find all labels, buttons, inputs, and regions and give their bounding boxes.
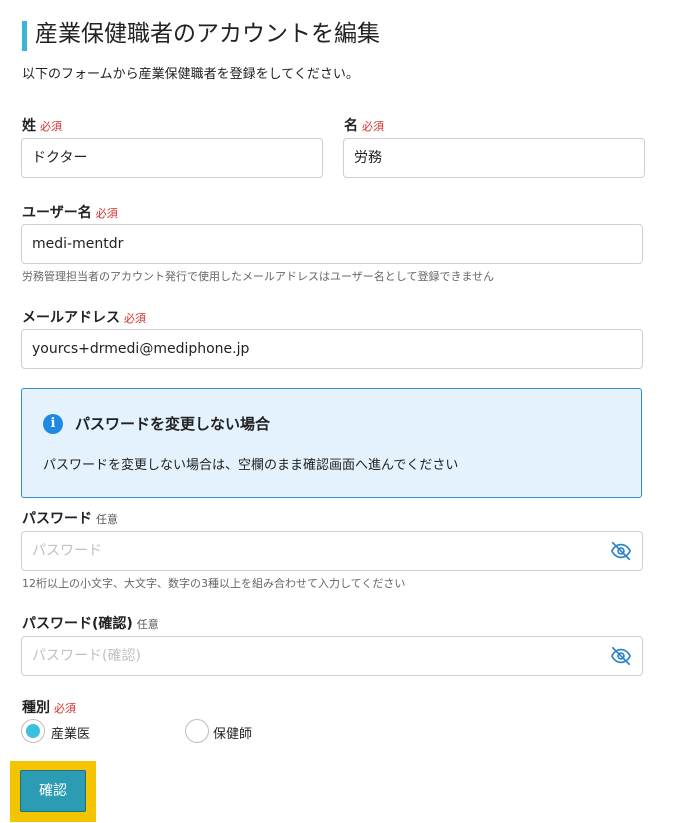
radio-sangyoui[interactable] bbox=[21, 719, 45, 743]
email-label: メールアドレス 必須 bbox=[22, 307, 146, 327]
password-confirm-label: パスワード(確認) 任意 bbox=[22, 613, 159, 633]
type-label: 種別 必須 bbox=[22, 697, 76, 717]
eye-off-icon[interactable] bbox=[610, 540, 632, 566]
password-help-text: 12桁以上の小文字、大文字、数字の3種以上を組み合わせて入力してください bbox=[22, 577, 406, 590]
username-input[interactable]: medi-mentdr bbox=[21, 224, 643, 264]
info-icon: i bbox=[43, 414, 63, 434]
radio-hokenshi[interactable] bbox=[185, 719, 209, 743]
eye-off-icon[interactable] bbox=[610, 645, 632, 671]
email-label-text: メールアドレス bbox=[22, 310, 120, 326]
required-badge: 必須 bbox=[124, 312, 146, 325]
last-name-label: 姓必須 bbox=[22, 115, 62, 135]
page-title: 産業保健職者のアカウントを編集 bbox=[35, 21, 380, 47]
title-accent-bar bbox=[22, 21, 27, 51]
type-label-text: 種別 bbox=[22, 700, 50, 716]
username-label: ユーザー名 必須 bbox=[22, 202, 118, 222]
password-confirm-input[interactable]: パスワード(確認) bbox=[21, 636, 643, 676]
first-name-label: 名必須 bbox=[344, 115, 384, 135]
info-title: パスワードを変更しない場合 bbox=[75, 415, 271, 433]
first-name-label-text: 名 bbox=[344, 118, 358, 134]
email-input[interactable]: yourcs+drmedi@mediphone.jp bbox=[21, 329, 643, 369]
radio-sangyoui-label[interactable]: 産業医 bbox=[51, 723, 90, 742]
radio-hokenshi-label[interactable]: 保健師 bbox=[213, 723, 252, 742]
password-confirm-label-text: パスワード(確認) bbox=[22, 616, 133, 632]
last-name-input[interactable]: ドクター bbox=[21, 138, 323, 178]
page-subtitle: 以下のフォームから産業保健職者を登録をしてください。 bbox=[22, 67, 359, 82]
optional-badge: 任意 bbox=[96, 513, 118, 526]
optional-badge: 任意 bbox=[136, 618, 159, 631]
username-label-text: ユーザー名 bbox=[22, 205, 92, 221]
first-name-input[interactable]: 労務 bbox=[343, 138, 645, 178]
confirm-button[interactable]: 確認 bbox=[20, 770, 86, 812]
password-label-text: パスワード bbox=[22, 511, 92, 527]
password-input[interactable]: パスワード bbox=[21, 531, 643, 571]
password-info-box: i パスワードを変更しない場合 パスワードを変更しない場合は、空欄のまま確認画面… bbox=[21, 388, 642, 498]
info-text: パスワードを変更しない場合は、空欄のまま確認画面へ進んでください bbox=[43, 458, 459, 473]
last-name-label-text: 姓 bbox=[22, 118, 36, 134]
required-badge: 必須 bbox=[40, 120, 62, 133]
password-label: パスワード 任意 bbox=[22, 508, 118, 528]
required-badge: 必須 bbox=[362, 120, 384, 133]
required-badge: 必須 bbox=[95, 207, 118, 220]
username-help-text: 労務管理担当者のアカウント発行で使用したメールアドレスはユーザー名として登録でき… bbox=[22, 270, 495, 283]
required-badge: 必須 bbox=[54, 702, 76, 715]
